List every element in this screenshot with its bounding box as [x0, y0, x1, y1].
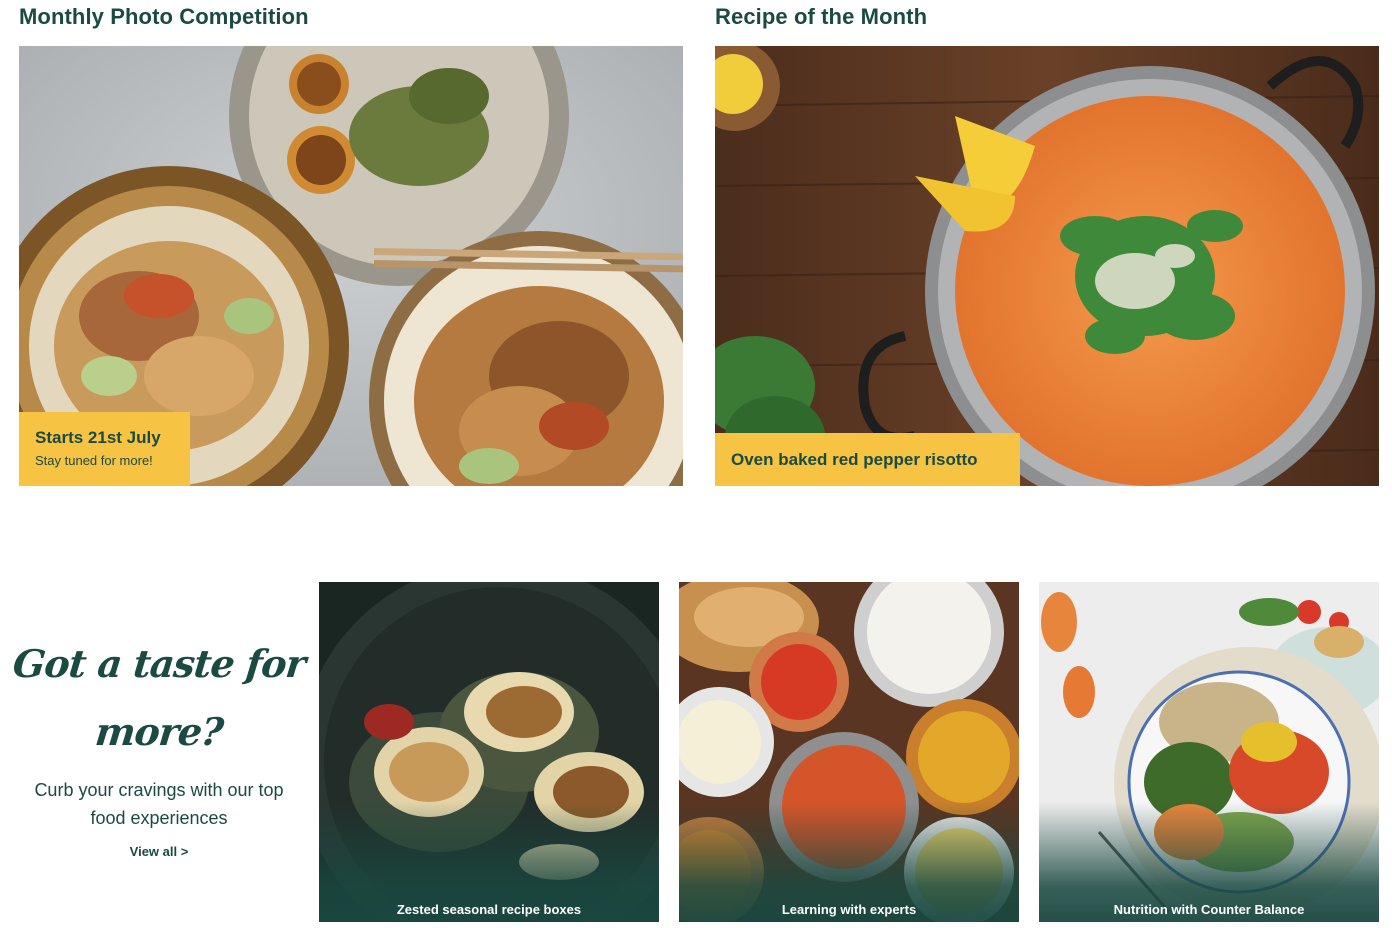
promo-heading-line2: more? — [93, 709, 225, 754]
competition-heading: Monthly Photo Competition — [19, 4, 309, 29]
competition-badge-title: Starts 21st July — [35, 428, 161, 447]
experience-card-nutrition[interactable]: Nutrition with Counter Balance — [1039, 582, 1379, 922]
promo-description: Curb your cravings with our top food exp… — [34, 780, 284, 828]
recipe-card[interactable]: Oven baked red pepper risotto — [715, 46, 1379, 486]
experience-card-recipe-boxes[interactable]: Zested seasonal recipe boxes — [319, 582, 659, 922]
risotto-photo — [715, 46, 1379, 486]
experience-label: Nutrition with Counter Balance — [1113, 902, 1305, 917]
promo-heading-line1: Got a taste for — [10, 641, 308, 686]
competition-badge: Starts 21st July Stay tuned for more! — [19, 412, 190, 486]
experience-label: Learning with experts — [781, 902, 917, 917]
promo-block: Got a taste for more? Curb your cravings… — [11, 630, 307, 861]
experience-card-learning[interactable]: Learning with experts — [679, 582, 1019, 922]
recipe-badge: Oven baked red pepper risotto — [715, 433, 1020, 486]
view-all-link[interactable]: View all > — [130, 844, 189, 859]
competition-card[interactable]: Starts 21st July Stay tuned for more! — [19, 46, 683, 486]
competition-badge-subtitle: Stay tuned for more! — [35, 453, 153, 468]
recipe-heading: Recipe of the Month — [715, 4, 928, 29]
experience-label: Zested seasonal recipe boxes — [396, 902, 582, 917]
